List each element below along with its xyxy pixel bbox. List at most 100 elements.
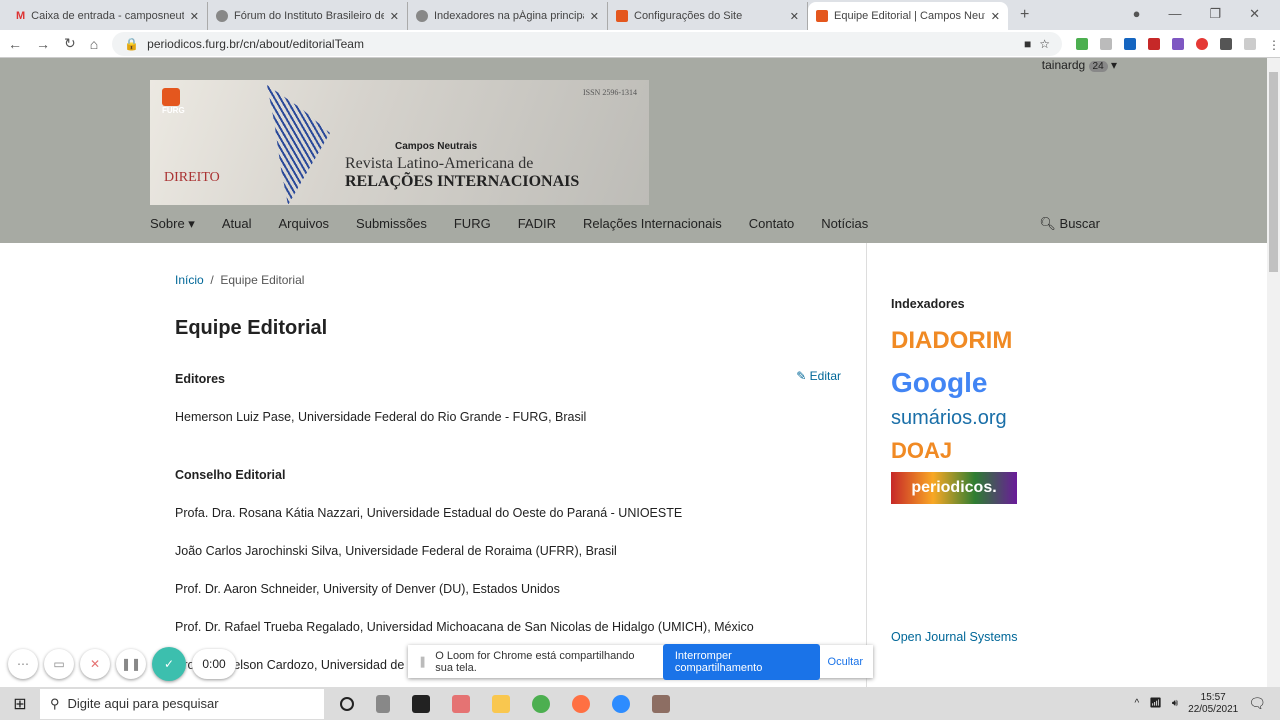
stop-sharing-button[interactable]: Interromper compartilhamento [662, 643, 820, 680]
app-icon[interactable] [652, 694, 670, 713]
close-window-button[interactable]: ✕ [1249, 6, 1260, 22]
journal-banner[interactable]: FURG DIREITO ISSN 2596-1314 Campos Neutr… [150, 80, 649, 205]
close-icon[interactable]: ✕ [790, 10, 799, 23]
doaj-logo[interactable]: DOAJ [891, 438, 1017, 464]
periodicos-logo[interactable]: periodicos. [891, 472, 1017, 504]
tab-forum[interactable]: Fórum do Instituto Brasileiro de ✕ [208, 2, 408, 30]
nav-furg[interactable]: FURG [454, 216, 491, 232]
extension-icon[interactable] [1172, 37, 1184, 50]
puzzle-icon[interactable] [1220, 37, 1232, 50]
nav-noticias[interactable]: Notícias [821, 216, 868, 232]
notifications-icon[interactable]: 🗨︎ [1248, 695, 1266, 712]
lock-icon: 🔒 [124, 36, 140, 51]
cortana-icon[interactable] [340, 696, 354, 711]
maximize-button[interactable]: ❐ [1209, 6, 1221, 22]
reload-icon[interactable]: ↻ [64, 35, 76, 52]
sumarios-logo[interactable]: sumários.org [891, 407, 1017, 430]
sidebar: Indexadores DIADORIM Google sumários.org… [891, 243, 1091, 644]
sticky-notes-icon[interactable] [412, 694, 430, 713]
finish-recording-icon[interactable]: ✓ [152, 647, 186, 681]
extensions: ⋮ [1076, 37, 1280, 52]
snipping-tool-icon[interactable] [452, 694, 470, 713]
address-bar-row: ← → ↻ ⌂ 🔒 periodicos.furg.br/cn/about/edi… [0, 30, 1280, 58]
star-icon[interactable]: ☆ [1039, 37, 1050, 51]
chevron-up-icon[interactable]: ^ [1134, 698, 1139, 709]
extension-icon[interactable] [1100, 37, 1112, 50]
zoom-icon[interactable] [612, 694, 630, 713]
board-member: Prof. Dr. Aaron Schneider, University of… [175, 582, 560, 596]
home-icon[interactable]: ⌂ [90, 36, 98, 52]
url-input[interactable]: 🔒 periodicos.furg.br/cn/about/editorialTe… [112, 31, 1062, 56]
pencil-icon: ✎ [796, 369, 807, 383]
board-member: Prof. Dr. Rafael Trueba Regalado, Univer… [175, 620, 754, 634]
forum-icon [216, 10, 228, 22]
latin-america-map-graphic [267, 85, 330, 205]
nav-atual[interactable]: Atual [222, 216, 252, 232]
editors-heading: Editores [175, 372, 226, 386]
opera-icon[interactable] [1196, 37, 1208, 50]
tab-configuracoes[interactable]: Configurações do Site ✕ [608, 2, 808, 30]
back-icon[interactable]: ← [8, 36, 22, 52]
drag-handle-icon[interactable]: ❚ [418, 655, 427, 668]
editor-item: Hemerson Luiz Pase, Universidade Federal… [175, 410, 587, 424]
close-icon[interactable]: ✕ [390, 10, 399, 23]
nav-fadir[interactable]: FADIR [518, 216, 556, 232]
tab-gmail[interactable]: M Caixa de entrada - camposneutr ✕ [8, 2, 208, 30]
nav-arquivos[interactable]: Arquivos [278, 216, 329, 232]
pdf-icon[interactable] [1148, 37, 1160, 50]
search-icon: ⚲ [50, 695, 60, 711]
menu-icon[interactable]: ⋮ [1268, 38, 1280, 52]
extension-icon[interactable] [1076, 37, 1088, 50]
windows-start-icon[interactable]: ⊞ [0, 694, 40, 714]
gmail-icon: M [16, 10, 26, 22]
extension-icon[interactable] [1244, 37, 1256, 50]
more-icon[interactable]: ⋯ [8, 649, 38, 679]
ojs-link[interactable]: Open Journal Systems [891, 630, 1017, 644]
pause-icon[interactable]: ❚❚ [116, 649, 146, 679]
clock[interactable]: 15:57 22/05/2021 [1188, 692, 1238, 716]
hide-button[interactable]: Ocultar [828, 656, 863, 668]
diadorim-logo[interactable]: DIADORIM [891, 327, 1017, 355]
google-scholar-logo[interactable]: Google [891, 367, 1017, 399]
camera-icon[interactable]: ■ [1024, 37, 1031, 51]
system-tray: ^ 📶︎ 🔊︎ 15:57 22/05/2021 🗨︎ [1134, 692, 1280, 716]
volume-icon[interactable]: 🔊︎ [1172, 698, 1178, 709]
file-explorer-icon[interactable] [492, 694, 510, 713]
site-header: tainardg 24 ▾ FURG DIREITO ISSN 2596-131… [0, 58, 1267, 243]
close-icon[interactable]: ✕ [190, 10, 199, 23]
camera-toggle-icon[interactable]: ▭ [44, 649, 74, 679]
minimize-button[interactable]: — [1168, 6, 1181, 22]
search-link[interactable]: 🔍︎ Buscar [1039, 216, 1100, 232]
screen-share-bar: ❚ O Loom for Chrome está compartilhando … [408, 643, 873, 680]
close-icon[interactable]: ✕ [991, 10, 1000, 23]
task-view-icon[interactable] [376, 694, 390, 713]
nav-contato[interactable]: Contato [749, 216, 795, 232]
cancel-recording-icon[interactable]: ✕ [80, 649, 110, 679]
forum-icon [416, 10, 428, 22]
extension-icon[interactable] [1124, 37, 1136, 50]
tab-indexadores[interactable]: Indexadores na pÁgina principal ✕ [408, 2, 608, 30]
furg-logo: FURG [162, 88, 185, 115]
page: tainardg 24 ▾ FURG DIREITO ISSN 2596-131… [0, 58, 1267, 687]
ojs-icon [616, 10, 628, 22]
tab-equipe-editorial[interactable]: Equipe Editorial | Campos Neutra ✕ [808, 2, 1008, 30]
scrollbar[interactable] [1267, 58, 1280, 687]
loom-controls: ⋯ ▭ ✕ ❚❚ ✓ 0:00 [8, 647, 236, 681]
recording-timer: 0:00 [192, 649, 236, 679]
taskbar-search-input[interactable]: ⚲ Digite aqui para pesquisar [40, 688, 324, 719]
firefox-icon[interactable] [572, 694, 590, 713]
network-icon[interactable]: 📶︎ [1149, 698, 1162, 709]
edit-link[interactable]: ✎ Editar [796, 369, 841, 383]
forward-icon[interactable]: → [36, 36, 50, 52]
nav-relacoes[interactable]: Relações Internacionais [583, 216, 722, 232]
board-heading: Conselho Editorial [175, 468, 286, 482]
main-content: Início / Equipe Editorial Equipe Editori… [150, 243, 867, 687]
nav-submissoes[interactable]: Submissões [356, 216, 427, 232]
new-tab-button[interactable]: + [1008, 6, 1041, 30]
close-icon[interactable]: ✕ [590, 10, 599, 23]
profile-icon[interactable]: ● [1133, 6, 1141, 22]
user-menu[interactable]: tainardg 24 ▾ [1042, 58, 1117, 72]
nav-sobre[interactable]: Sobre ▾ [150, 216, 195, 232]
chrome-icon[interactable] [532, 694, 550, 713]
breadcrumb-home[interactable]: Início [175, 273, 204, 287]
